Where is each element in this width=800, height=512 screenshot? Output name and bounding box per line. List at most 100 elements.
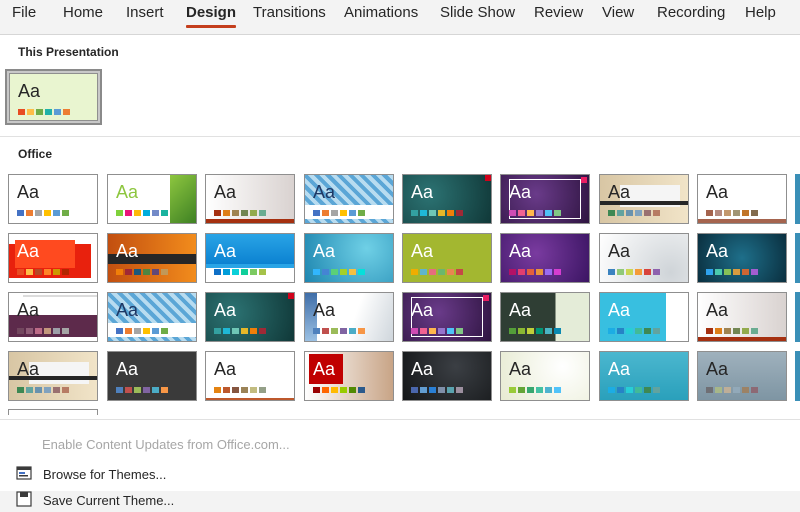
color-swatch	[438, 210, 445, 216]
color-swatch	[340, 387, 347, 393]
color-swatch	[214, 328, 221, 334]
theme-thumbnail[interactable]: Aa	[500, 233, 590, 283]
theme-thumbnail[interactable]: Aa	[304, 233, 394, 283]
theme-thumbnail[interactable]: Aa	[205, 233, 295, 283]
theme-thumbnail[interactable]: Aa	[402, 351, 492, 401]
theme-thumbnail[interactable]: Aa	[500, 292, 590, 342]
theme-thumbnail[interactable]: Aa	[697, 292, 787, 342]
color-swatch	[161, 387, 168, 393]
tab-view[interactable]: View	[602, 4, 634, 21]
theme-thumbnail[interactable]: Aa	[697, 351, 787, 401]
theme-sample-text: Aa	[17, 359, 40, 379]
tab-help[interactable]: Help	[745, 4, 776, 21]
tab-transitions[interactable]: Transitions	[253, 4, 326, 21]
current-theme-selected[interactable]: Aa	[5, 69, 102, 125]
tab-review[interactable]: Review	[534, 4, 583, 21]
color-swatch	[608, 387, 615, 393]
theme-sample-text: Aa	[411, 359, 434, 379]
theme-thumbnail[interactable]: Aa	[107, 351, 197, 401]
theme-thumbnail[interactable]: Aa	[107, 292, 197, 342]
tab-slide-show[interactable]: Slide Show	[440, 4, 515, 21]
color-swatch	[617, 328, 624, 334]
theme-thumbnail[interactable]: Aa	[205, 174, 295, 224]
color-swatches	[509, 210, 561, 216]
theme-thumbnail[interactable]: Aa	[402, 292, 492, 342]
theme-thumbnail[interactable]: Aa	[205, 292, 295, 342]
color-swatch	[322, 269, 329, 275]
theme-thumbnail-partial[interactable]	[795, 292, 800, 342]
tab-recording[interactable]: Recording	[657, 4, 725, 21]
theme-sample-text: Aa	[18, 81, 41, 101]
color-swatch	[411, 210, 418, 216]
theme-thumbnail[interactable]: Aa	[107, 233, 197, 283]
theme-thumbnail[interactable]: Aa	[107, 174, 197, 224]
current-theme-thumbnail[interactable]: Aa	[9, 73, 98, 121]
theme-thumbnail[interactable]: Aa	[8, 174, 98, 224]
theme-thumbnail[interactable]: Aa	[500, 351, 590, 401]
theme-thumbnail[interactable]: Aa	[599, 292, 689, 342]
enable-content-updates-item[interactable]: Enable Content Updates from Office.com..…	[42, 433, 290, 455]
theme-thumbnail[interactable]: Aa	[599, 351, 689, 401]
save-current-theme-item[interactable]: Save Current Theme...	[14, 489, 174, 511]
color-swatch	[420, 269, 427, 275]
theme-thumbnail[interactable]: Aa	[697, 174, 787, 224]
color-swatch	[322, 210, 329, 216]
color-swatches	[313, 269, 365, 275]
color-swatch	[742, 210, 749, 216]
theme-thumbnail[interactable]: Aa	[304, 351, 394, 401]
color-swatch	[53, 210, 60, 216]
color-swatch	[331, 387, 338, 393]
color-swatch	[26, 387, 33, 393]
save-theme-icon	[14, 491, 34, 509]
theme-thumbnail-partial[interactable]	[795, 351, 800, 401]
theme-thumbnail[interactable]: Aa	[402, 174, 492, 224]
color-swatch	[62, 328, 69, 334]
color-swatch	[447, 328, 454, 334]
color-swatch	[644, 269, 651, 275]
browse-for-themes-item[interactable]: Browse for Themes...	[14, 463, 166, 485]
color-swatch	[313, 387, 320, 393]
gallery-commands: Enable Content Updates from Office.com..…	[0, 419, 800, 508]
tab-animations[interactable]: Animations	[344, 4, 418, 21]
theme-thumbnail[interactable]: Aa	[599, 174, 689, 224]
color-swatch	[447, 269, 454, 275]
color-swatches	[706, 269, 758, 275]
color-swatch	[420, 328, 427, 334]
color-swatch	[340, 269, 347, 275]
color-swatch	[17, 269, 24, 275]
tab-file[interactable]: File	[12, 4, 36, 21]
tab-insert[interactable]: Insert	[126, 4, 164, 21]
theme-thumbnail[interactable]: Aa	[304, 292, 394, 342]
theme-sample-text: Aa	[706, 241, 729, 261]
theme-thumbnail-partial[interactable]	[8, 409, 98, 415]
theme-sample-text: Aa	[509, 182, 532, 202]
color-swatch	[706, 387, 713, 393]
color-swatch	[331, 210, 338, 216]
theme-thumbnail[interactable]: Aa	[8, 292, 98, 342]
color-swatch	[232, 387, 239, 393]
theme-thumbnail[interactable]: Aa	[8, 233, 98, 283]
save-current-theme-label: Save Current Theme...	[43, 492, 175, 508]
color-swatches	[509, 387, 561, 393]
theme-thumbnail-partial[interactable]	[795, 233, 800, 283]
theme-thumbnail[interactable]: Aa	[304, 174, 394, 224]
theme-thumbnail[interactable]: Aa	[599, 233, 689, 283]
color-swatch	[545, 210, 552, 216]
theme-sample-text: Aa	[116, 359, 139, 379]
color-swatch	[518, 210, 525, 216]
tab-design[interactable]: Design	[186, 4, 237, 28]
theme-thumbnail[interactable]: Aa	[205, 351, 295, 401]
color-swatch	[724, 387, 731, 393]
tab-home[interactable]: Home	[63, 4, 103, 21]
theme-thumbnail[interactable]: Aa	[402, 233, 492, 283]
color-swatch	[706, 210, 713, 216]
theme-thumbnail-partial[interactable]	[795, 174, 800, 224]
color-swatch	[438, 269, 445, 275]
color-swatches	[214, 328, 266, 334]
theme-thumbnail[interactable]: Aa	[697, 233, 787, 283]
theme-sample-text: Aa	[313, 182, 336, 202]
color-swatch	[653, 387, 660, 393]
color-swatch	[751, 328, 758, 334]
theme-thumbnail[interactable]: Aa	[8, 351, 98, 401]
theme-thumbnail[interactable]: Aa	[500, 174, 590, 224]
